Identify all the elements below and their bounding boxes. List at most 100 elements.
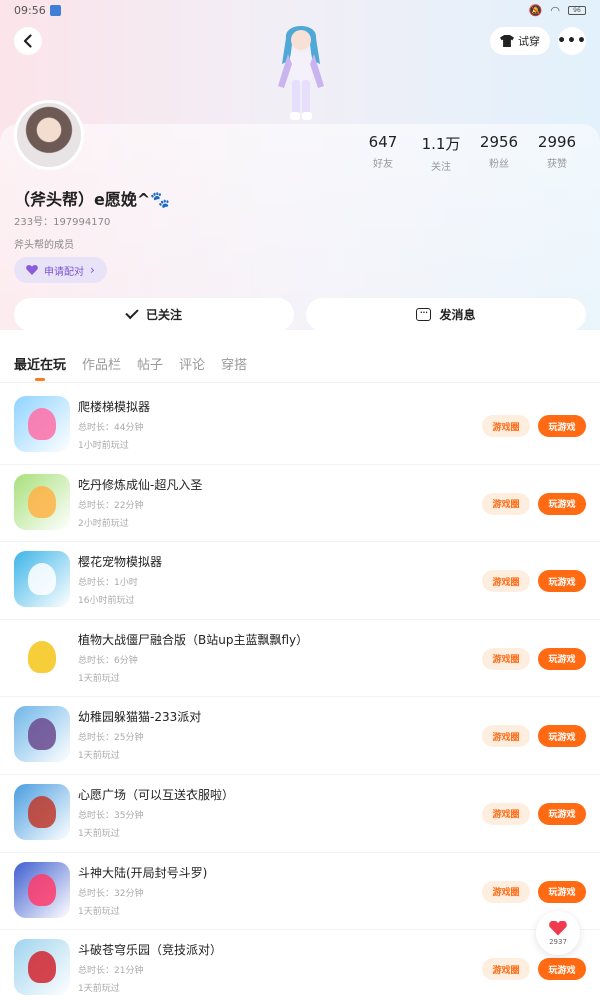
game-last-played: 16小时前玩过 (78, 596, 135, 607)
game-row[interactable]: 樱花宠物模拟器 总时长：1小时 16小时前玩过 游戏圈 玩游戏 (0, 542, 600, 620)
stat-label: 粉丝 (489, 159, 509, 170)
mute-icon: 🔕 (528, 4, 543, 17)
game-row[interactable]: 植物大战僵尸融合版（B站up主蓝飘飘fly） 总时长：6分钟 1天前玩过 游戏圈… (0, 620, 600, 698)
game-icon[interactable] (14, 783, 70, 840)
game-row[interactable]: 斗破苍穹乐园（竞技派对） 总时长：21分钟 1天前玩过 游戏圈 玩游戏 (0, 930, 600, 1000)
app-notification-icon (50, 5, 61, 16)
game-duration: 总时长：21分钟 (78, 966, 144, 977)
like-count: 2937 (549, 937, 567, 946)
check-icon (125, 305, 139, 320)
stat-value: 2996 (537, 133, 577, 151)
heart-icon (26, 265, 38, 275)
wifi-icon: ◠ (550, 4, 560, 17)
content-panel: 最近在玩 作品栏 帖子 评论 穿搭 爬楼梯模拟器 总时长：44分钟 1小时前玩过… (0, 342, 600, 1000)
game-last-played: 1天前玩过 (78, 828, 120, 839)
game-icon[interactable] (14, 473, 70, 530)
game-icon[interactable] (14, 861, 70, 918)
try-on-label: 试穿 (518, 35, 540, 48)
game-title: 斗破苍穹乐园（竞技派对） (78, 943, 223, 958)
pair-label: 申请配对 (44, 266, 84, 278)
game-title: 斗神大陆(开局封号斗罗) (78, 865, 208, 880)
game-circle-button[interactable]: 游戏圈 (482, 725, 530, 748)
status-bar: 09:56 🔕 ◠ 96 (0, 0, 600, 22)
game-circle-button[interactable]: 游戏圈 (482, 415, 530, 437)
heart-icon (549, 921, 567, 936)
play-game-button[interactable]: 玩游戏 (538, 647, 586, 670)
game-title: 植物大战僵尸融合版（B站up主蓝飘飘fly） (78, 632, 309, 647)
game-icon[interactable] (14, 706, 70, 763)
game-icon[interactable] (14, 551, 70, 608)
tab-works[interactable]: 作品栏 (82, 354, 121, 381)
game-icon-figure (28, 951, 56, 984)
game-last-played: 1天前玩过 (78, 673, 120, 684)
tab-posts[interactable]: 帖子 (137, 354, 163, 381)
game-icon[interactable] (14, 396, 70, 452)
game-icon-figure (28, 485, 56, 518)
profile-tabs: 最近在玩 作品栏 帖子 评论 穿搭 (14, 354, 247, 381)
avatar[interactable] (14, 100, 84, 170)
tab-recently-played[interactable]: 最近在玩 (14, 354, 66, 381)
stat-likes[interactable]: 2996 获赞 (528, 133, 586, 173)
game-row[interactable]: 心愿广场（可以互送衣服啦） 总时长：35分钟 1天前玩过 游戏圈 玩游戏 (0, 775, 600, 853)
play-game-button[interactable]: 玩游戏 (538, 415, 586, 437)
floating-like-button[interactable]: 2937 (536, 911, 580, 955)
play-game-button[interactable]: 玩游戏 (538, 802, 586, 825)
nickname: （斧头帮）e愿娩^🐾 (14, 190, 171, 209)
game-circle-button[interactable]: 游戏圈 (482, 802, 530, 825)
play-game-button[interactable]: 玩游戏 (538, 570, 586, 593)
play-game-button[interactable]: 玩游戏 (538, 492, 586, 515)
stat-following[interactable]: 1.1万 关注 (412, 133, 470, 173)
stat-value: 2956 (479, 133, 519, 151)
game-icon-figure (28, 795, 56, 828)
game-last-played: 2小时前玩过 (78, 518, 129, 529)
game-duration: 总时长：22分钟 (78, 500, 144, 511)
game-last-played: 1小时前玩过 (78, 441, 129, 451)
back-button[interactable] (14, 27, 42, 55)
game-title: 樱花宠物模拟器 (78, 555, 163, 570)
followed-label: 已关注 (145, 308, 182, 322)
game-list: 爬楼梯模拟器 总时长：44分钟 1小时前玩过 游戏圈 玩游戏 吃丹修炼成仙-超凡… (0, 387, 600, 1000)
stat-value: 1.1万 (421, 135, 461, 153)
game-row[interactable]: 吃丹修炼成仙-超凡入圣 总时长：22分钟 2小时前玩过 游戏圈 玩游戏 (0, 465, 600, 543)
game-title: 心愿广场（可以互送衣服啦） (78, 787, 235, 802)
play-game-button[interactable]: 玩游戏 (538, 725, 586, 748)
status-time: 09:56 (14, 4, 46, 17)
stat-fans[interactable]: 2956 粉丝 (470, 133, 528, 173)
game-icon[interactable] (14, 628, 70, 685)
character-avatar[interactable] (266, 20, 336, 124)
stat-label: 好友 (373, 159, 393, 170)
game-circle-button[interactable]: 游戏圈 (482, 880, 530, 903)
pair-request-button[interactable]: 申请配对 › (14, 257, 107, 283)
play-game-button[interactable]: 玩游戏 (538, 880, 586, 903)
game-duration: 总时长：6分钟 (78, 655, 138, 666)
stat-friends[interactable]: 647 好友 (354, 133, 412, 173)
more-button[interactable]: ••• (557, 27, 587, 55)
game-circle-button[interactable]: 游戏圈 (482, 570, 530, 593)
message-button[interactable]: ··· 发消息 (306, 298, 586, 331)
play-game-button[interactable]: 玩游戏 (538, 958, 586, 981)
game-row[interactable]: 斗神大陆(开局封号斗罗) 总时长：32分钟 1天前玩过 游戏圈 玩游戏 (0, 853, 600, 931)
game-duration: 总时长：35分钟 (78, 810, 144, 821)
followed-button[interactable]: 已关注 (14, 298, 294, 331)
game-circle-button[interactable]: 游戏圈 (482, 958, 530, 981)
game-icon[interactable] (14, 939, 70, 996)
message-icon: ··· (416, 308, 432, 321)
tab-outfits[interactable]: 穿搭 (221, 354, 247, 381)
profile-stats: 647 好友 1.1万 关注 2956 粉丝 2996 获赞 (354, 133, 586, 173)
user-id: 233号：197994170 (14, 217, 111, 228)
tab-comments[interactable]: 评论 (179, 354, 205, 381)
more-dots-icon: ••• (557, 33, 587, 49)
game-last-played: 1天前玩过 (78, 906, 120, 917)
action-row: 已关注 ··· 发消息 (14, 298, 586, 331)
game-circle-button[interactable]: 游戏圈 (482, 647, 530, 670)
game-circle-button[interactable]: 游戏圈 (482, 492, 530, 515)
game-duration: 总时长：32分钟 (78, 888, 144, 899)
game-icon-figure (28, 408, 56, 440)
game-row[interactable]: 爬楼梯模拟器 总时长：44分钟 1小时前玩过 游戏圈 玩游戏 (0, 387, 600, 465)
try-on-button[interactable]: 试穿 (490, 27, 550, 55)
game-row[interactable]: 幼稚园躲猫猫-233派对 总时长：25分钟 1天前玩过 游戏圈 玩游戏 (0, 697, 600, 775)
bio: 斧头帮的成员 (14, 240, 74, 251)
stat-label: 关注 (431, 162, 451, 173)
game-duration: 总时长：1小时 (78, 578, 138, 589)
divider (0, 382, 600, 383)
